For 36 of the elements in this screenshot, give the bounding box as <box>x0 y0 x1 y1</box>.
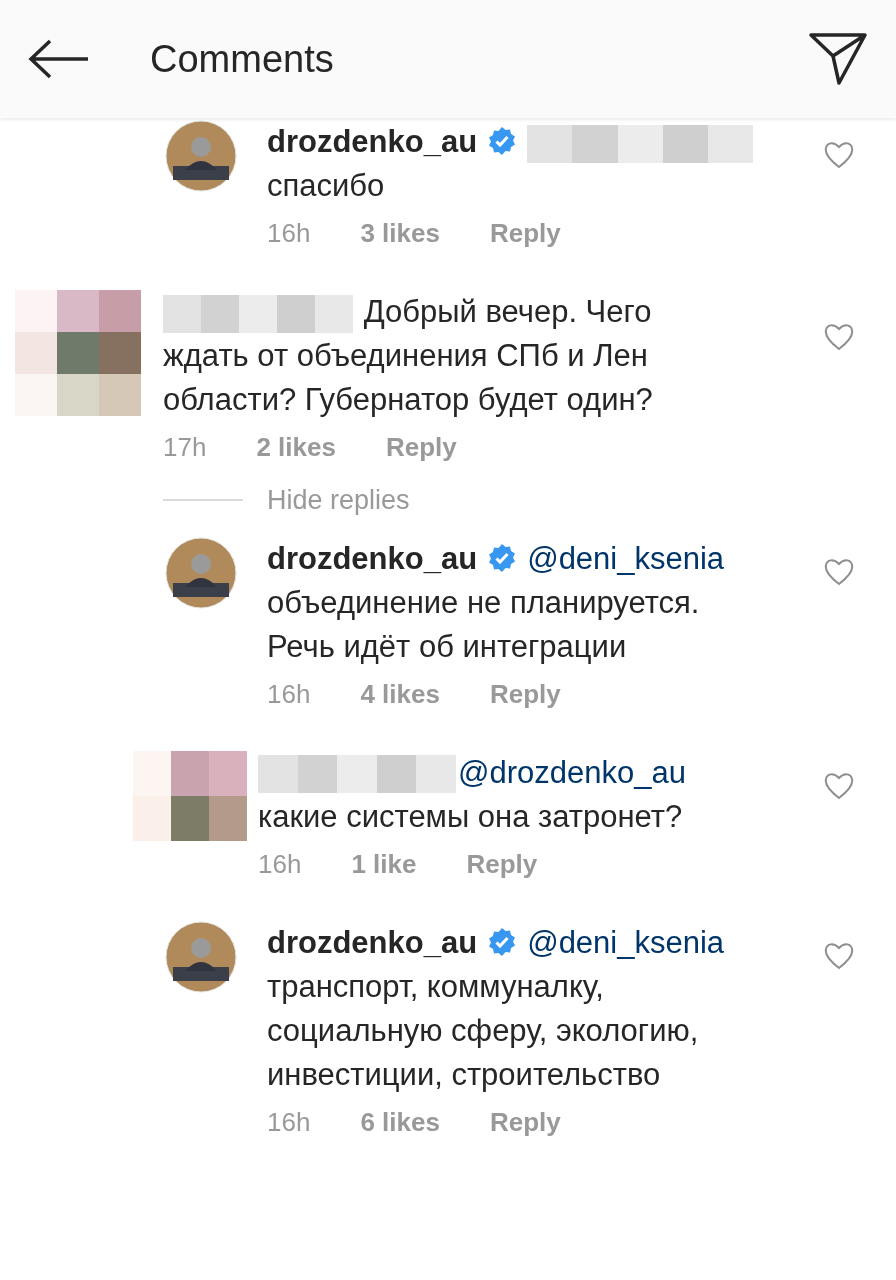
mention-link[interactable]: @deni_ksenia <box>527 540 725 576</box>
username-link[interactable]: drozdenko_au <box>267 124 478 159</box>
username-link[interactable]: drozdenko_au <box>267 540 478 576</box>
reply-button[interactable]: Reply <box>466 846 538 881</box>
heart-icon[interactable] <box>823 940 855 971</box>
comment-time: 16h <box>267 677 311 711</box>
reply-button[interactable]: Reply <box>385 430 457 464</box>
avatar <box>165 120 237 192</box>
comment-text: drozdenko_au @deni_ksenia транспорт, коммуналку, социальную сферу, экологию, инвестиции, строительство <box>267 923 726 1094</box>
likes-link[interactable]: 4 likes <box>360 676 440 711</box>
header-title: Comments <box>150 36 335 82</box>
heart-icon[interactable] <box>823 322 855 352</box>
likes-link[interactable]: 1 like <box>351 846 417 881</box>
likes-link[interactable]: 6 likes <box>360 1104 440 1139</box>
comment-time: 17h <box>163 431 207 464</box>
back-arrow-icon[interactable] <box>28 39 90 79</box>
hide-replies-button[interactable]: Hide replies <box>267 480 410 521</box>
comment-time: 16h <box>267 1105 311 1139</box>
likes-link[interactable]: 3 likes <box>360 216 440 250</box>
mention-link[interactable]: @deni_ksenia <box>527 924 725 960</box>
heart-icon[interactable] <box>823 556 855 587</box>
send-icon[interactable] <box>808 32 868 86</box>
mention-link[interactable]: @drozdenko_au <box>458 754 686 790</box>
comment-time: 16h <box>258 847 302 881</box>
comment-text: drozdenko_au @deni_ksenia объединение не планируется. Речь идёт об интеграции <box>267 539 726 666</box>
comment-time: 16h <box>267 217 311 250</box>
comment-text: @drozdenko_au какие системы она затронет? <box>258 753 687 836</box>
likes-link[interactable]: 2 likes <box>256 430 336 464</box>
username-link[interactable]: drozdenko_au <box>267 924 478 960</box>
reply-button[interactable]: Reply <box>489 216 561 250</box>
comment-text: Добрый вечер. Чего ждать от объединения СПб и Лен области? Губернатор будет один? <box>163 293 654 419</box>
reply-button[interactable]: Reply <box>489 676 561 711</box>
heart-icon[interactable] <box>823 770 855 801</box>
heart-icon[interactable] <box>823 140 855 170</box>
reply-button[interactable]: Reply <box>489 1104 561 1139</box>
comment-text: drozdenko_au спасибо <box>267 120 762 208</box>
